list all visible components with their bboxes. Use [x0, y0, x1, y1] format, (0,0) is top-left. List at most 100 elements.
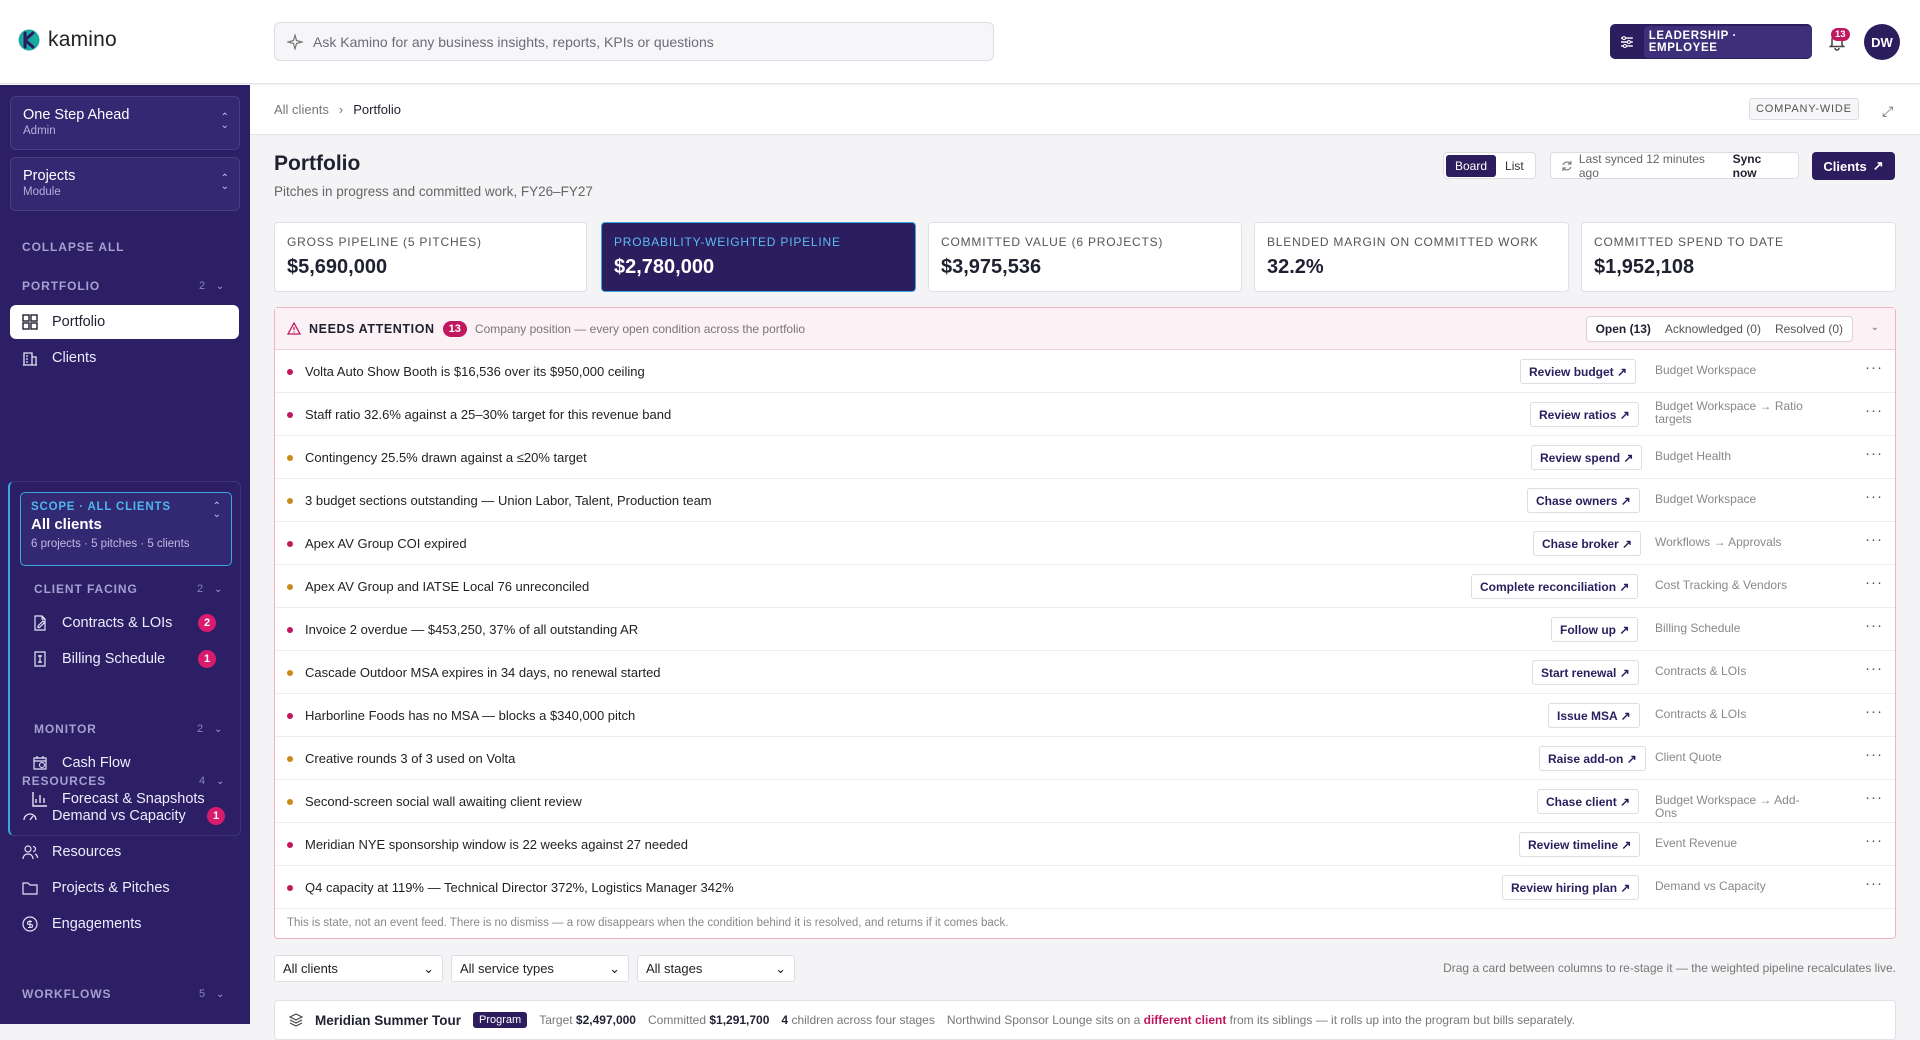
attention-action-button[interactable]: Raise add-on ↗ [1539, 746, 1646, 771]
view-list-button[interactable]: List [1496, 155, 1533, 177]
attention-destination[interactable]: Budget Health [1655, 450, 1815, 463]
attention-destination[interactable]: Contracts & LOIs [1655, 665, 1815, 678]
stage-filter-select[interactable]: All stages ⌄ [637, 955, 795, 982]
more-options-icon[interactable]: ··· [1865, 703, 1883, 720]
more-options-icon[interactable]: ··· [1865, 402, 1883, 419]
attention-action-button[interactable]: Issue MSA ↗ [1548, 703, 1640, 728]
sidebar-item-contracts[interactable]: Contracts & LOIs 2 [20, 606, 230, 640]
view-board-button[interactable]: Board [1446, 154, 1497, 177]
sidebar-item-resources[interactable]: Resources [10, 835, 239, 869]
more-options-icon[interactable]: ··· [1865, 789, 1883, 806]
different-client-link[interactable]: different client [1144, 1013, 1227, 1027]
attention-action-button[interactable]: Follow up ↗ [1551, 617, 1639, 642]
attention-destination[interactable]: Contracts & LOIs [1655, 708, 1815, 721]
more-options-icon[interactable]: ··· [1865, 359, 1883, 376]
more-options-icon[interactable]: ··· [1865, 445, 1883, 462]
attention-destination[interactable]: Workflows → Approvals [1655, 536, 1815, 549]
attention-destination[interactable]: Demand vs Capacity [1655, 880, 1815, 893]
module-switcher[interactable]: Projects Module ⌃ ⌄ [10, 157, 240, 211]
sidebar-item-clients[interactable]: Clients [10, 341, 239, 375]
attention-destination[interactable]: Event Revenue [1655, 837, 1815, 850]
updown-chevron-icon: ⌃ ⌄ [220, 112, 229, 131]
attention-action-button[interactable]: Review hiring plan ↗ [1502, 875, 1640, 900]
sidebar-item-engagements[interactable]: Engagements [10, 907, 239, 941]
more-options-icon[interactable]: ··· [1865, 875, 1883, 892]
sidebar-item-demand-capacity[interactable]: Demand vs Capacity 1 [10, 799, 239, 833]
service-type-filter-select[interactable]: All service types ⌄ [451, 955, 629, 982]
more-options-icon[interactable]: ··· [1865, 531, 1883, 548]
kpi-card[interactable]: COMMITTED SPEND TO DATE $1,952,108 [1581, 222, 1896, 292]
tab-open[interactable]: Open (13) [1589, 319, 1658, 339]
attention-action-button[interactable]: Chase client ↗ [1537, 789, 1640, 814]
committed-value: $1,291,700 [709, 1013, 770, 1027]
sync-now-button[interactable]: Sync now [1733, 152, 1788, 180]
attention-destination[interactable]: Budget Workspace [1655, 493, 1815, 506]
brand-logo[interactable]: kamino [18, 28, 117, 52]
collapse-all-button[interactable]: COLLAPSE ALL [22, 240, 124, 254]
user-avatar[interactable]: DW [1864, 24, 1900, 60]
section-label-client-facing[interactable]: CLIENT FACING [34, 582, 138, 596]
chevron-down-icon[interactable]: ⌄ [216, 281, 224, 292]
attention-text: Apex AV Group and IATSE Local 76 unrecon… [305, 579, 590, 594]
attention-action-button[interactable]: Review spend ↗ [1531, 445, 1643, 470]
severity-dot [287, 756, 293, 762]
more-options-icon[interactable]: ··· [1865, 488, 1883, 505]
breadcrumb-current: Portfolio [353, 102, 401, 117]
chevron-down-icon[interactable]: ⌄ [214, 724, 222, 735]
chevron-down-icon[interactable]: ⌄ [1871, 322, 1879, 333]
program-committed: Committed $1,291,700 [648, 1013, 769, 1027]
expand-icon[interactable]: ⤢ [1882, 103, 1893, 120]
client-filter-select[interactable]: All clients ⌄ [274, 955, 443, 982]
attention-action-button[interactable]: Chase broker ↗ [1533, 531, 1642, 556]
role-switcher-button[interactable]: LEADERSHIP · EMPLOYEE [1610, 24, 1812, 59]
program-card[interactable]: Meridian Summer Tour Program Target $2,4… [274, 1000, 1896, 1040]
attention-destination[interactable]: Cost Tracking & Vendors [1655, 579, 1815, 592]
more-options-icon[interactable]: ··· [1865, 832, 1883, 849]
chevron-down-icon[interactable]: ⌄ [216, 989, 224, 1000]
sidebar-item-projects-pitches[interactable]: Projects & Pitches [10, 871, 239, 905]
more-options-icon[interactable]: ··· [1865, 617, 1883, 634]
select-value: All stages [646, 961, 703, 976]
section-label-workflows[interactable]: WORKFLOWS [22, 987, 111, 1001]
attention-action-button[interactable]: Review ratios ↗ [1530, 402, 1639, 427]
attention-row: Meridian NYE sponsorship window is 22 we… [275, 823, 1895, 866]
kpi-card[interactable]: COMMITTED VALUE (6 PROJECTS) $3,975,536 [928, 222, 1242, 292]
attention-action-button[interactable]: Complete reconciliation ↗ [1471, 574, 1639, 599]
attention-action-button[interactable]: Chase owners ↗ [1527, 488, 1640, 513]
program-title: Meridian Summer Tour [315, 1012, 462, 1028]
kpi-card-selected[interactable]: PROBABILITY-WEIGHTED PIPELINE $2,780,000 [601, 222, 916, 292]
attention-destination[interactable]: Budget Workspace → Add-Ons [1655, 794, 1815, 820]
chevron-down-icon[interactable]: ⌄ [214, 584, 222, 595]
attention-row: Staff ratio 32.6% against a 25–30% targe… [275, 393, 1895, 436]
org-switcher[interactable]: One Step Ahead Admin ⌃ ⌄ [10, 96, 240, 150]
attention-action-button[interactable]: Start renewal ↗ [1532, 660, 1639, 685]
kpi-card[interactable]: GROSS PIPELINE (5 PITCHES) $5,690,000 [274, 222, 587, 292]
more-options-icon[interactable]: ··· [1865, 746, 1883, 763]
attention-action-button[interactable]: Review budget ↗ [1520, 359, 1637, 384]
attention-row: Second-screen social wall awaiting clien… [275, 780, 1895, 823]
tab-resolved[interactable]: Resolved (0) [1768, 319, 1850, 339]
chevron-down-icon[interactable]: ⌄ [216, 776, 224, 787]
kpi-card[interactable]: BLENDED MARGIN ON COMMITTED WORK 32.2% [1254, 222, 1569, 292]
attention-destination[interactable]: Client Quote [1655, 751, 1815, 764]
tab-acknowledged[interactable]: Acknowledged (0) [1658, 319, 1768, 339]
clients-button[interactable]: Clients ↗ [1812, 152, 1895, 180]
attention-destination[interactable]: Billing Schedule [1655, 622, 1815, 635]
attention-action-button[interactable]: Review timeline ↗ [1519, 832, 1641, 857]
target-value: $2,497,000 [575, 1013, 636, 1027]
search-bar[interactable]: Ask Kamino for any business insights, re… [274, 22, 994, 61]
sidebar-item-portfolio[interactable]: Portfolio [10, 305, 239, 339]
scope-selector[interactable]: SCOPE · ALL CLIENTS All clients 6 projec… [20, 492, 232, 566]
dollar-circle-icon [22, 916, 38, 932]
attention-destination[interactable]: Budget Workspace → Ratio targets [1655, 400, 1815, 426]
attention-text: Contingency 25.5% drawn against a ≤20% t… [305, 450, 587, 465]
section-label-portfolio[interactable]: PORTFOLIO [22, 279, 100, 293]
attention-destination[interactable]: Budget Workspace [1655, 364, 1815, 377]
kpi-label: COMMITTED SPEND TO DATE [1594, 235, 1784, 249]
more-options-icon[interactable]: ··· [1865, 660, 1883, 677]
breadcrumb-root[interactable]: All clients [274, 102, 329, 117]
sidebar-item-billing-schedule[interactable]: Billing Schedule 1 [20, 642, 230, 676]
section-label-monitor[interactable]: MONITOR [34, 722, 97, 736]
more-options-icon[interactable]: ··· [1865, 574, 1883, 591]
section-label-resources[interactable]: RESOURCES [22, 774, 106, 788]
